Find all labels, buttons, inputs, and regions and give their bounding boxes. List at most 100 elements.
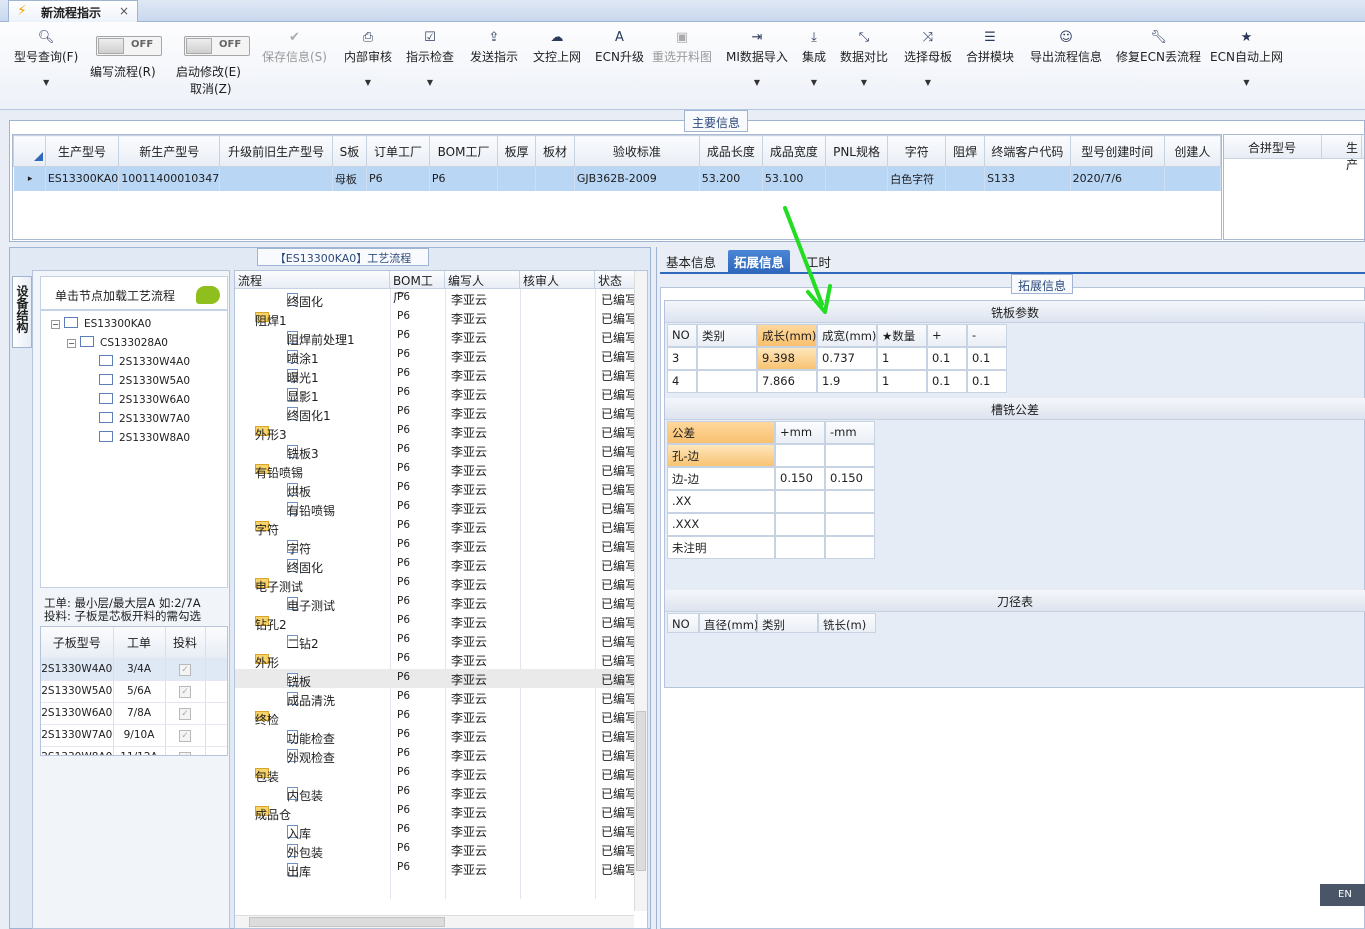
flow-header[interactable]: 流程 [235,271,390,289]
groove-cell[interactable]: 孔-边 [667,444,775,467]
row-cell[interactable]: 2020/7/6 [1070,166,1165,191]
tree-node-leaf[interactable]: 2S1330W5A0 [99,374,190,387]
cancel-label[interactable]: 取消(Z) [190,80,232,97]
save-button[interactable]: ✔ 保存信息(S) [262,30,327,65]
groove-cell[interactable]: 0.150 [775,467,825,490]
tree-node-leaf[interactable]: 2S1330W8A0 [99,431,190,444]
groove-cell[interactable] [825,444,875,467]
combine-module-button[interactable]: ☰ 合拼模块 [966,30,1014,65]
flow-row[interactable]: − 有铅喷锡P6李亚云已编写 [235,460,637,480]
tool-header[interactable]: 类别 [757,613,818,633]
row-cell[interactable]: GJB362B-2009 [574,166,700,191]
row-cell[interactable] [219,166,333,191]
data-compare-button[interactable]: ⤡ 数据对比 ▼ [840,30,888,87]
writer-header[interactable]: 编写人 [445,271,520,289]
groove-cell[interactable] [775,536,825,559]
instruction-check-button[interactable]: ☑ 指示检查 ▼ [406,30,454,87]
groove-cell[interactable] [775,490,825,513]
tool-header[interactable]: NO [667,613,699,633]
column-header[interactable]: S板 [331,135,367,167]
tool-header[interactable]: 直径(mm) [699,613,758,633]
column-header[interactable]: 终端客户代码 [984,135,1071,167]
checkbox[interactable]: ✓ [179,729,191,742]
column-header[interactable]: 成品长度 [698,135,763,167]
language-indicator[interactable]: EN [1320,884,1365,906]
row-cell[interactable] [497,166,537,191]
groove-cell[interactable]: 边-边 [667,467,775,490]
column-header[interactable]: 新生产型号 [118,135,221,167]
flow-row[interactable]: 显影1 P6 李亚云 已编写 [235,384,637,404]
table-row[interactable]: 2S1330W4A0 3/4A ✓ [41,658,227,681]
milling-cell[interactable] [697,370,757,393]
flow-row[interactable]: − 包装P6李亚云已编写 [235,764,637,784]
column-header[interactable]: 升级前旧生产型号 [219,135,333,167]
ecn-upgrade-button[interactable]: A ECN升级 [595,30,644,65]
column-header[interactable]: 创建人 [1163,135,1222,167]
row-cell[interactable]: 白色字符 [887,166,947,191]
device-structure-tab[interactable]: 设备结构 [12,276,32,348]
flow-row[interactable]: 铣板3 P6 李亚云 已编写 [235,441,637,461]
ecn-auto-upload-button[interactable]: ★ ECN自动上网 ▼ [1210,30,1283,87]
tab-basic-info[interactable]: 基本信息 [660,250,722,272]
groove-header[interactable]: -mm [825,421,875,444]
groove-cell[interactable] [825,513,875,536]
table-row[interactable]: 2S1330W6A0 7/8A ✓ [41,702,227,725]
table-row[interactable]: 2S1330W8A011/12A✓ [41,746,227,755]
column-header[interactable]: PNL规格 [824,135,889,167]
row-cell[interactable]: P6 [366,166,430,191]
flow-row[interactable]: − 字符P6李亚云已编写 [235,517,637,537]
checkbox[interactable]: ✓ [179,707,191,720]
groove-cell[interactable] [825,490,875,513]
row-cell[interactable]: 母板 [332,166,367,191]
milling-cell[interactable]: 3 [667,347,697,370]
column-header[interactable]: 阻焊 [945,135,986,167]
row-cell[interactable]: 53.200 [699,166,763,191]
column-header[interactable]: 成品宽度 [761,135,826,167]
tree-node-child[interactable]: − CS133028A0 [67,336,168,349]
table-row[interactable]: 2S1330W5A0 5/6A ✓ [41,680,227,703]
groove-header[interactable]: 公差 [667,421,775,444]
flow-row[interactable]: 喷涂1 P6 李亚云 已编写 [235,346,637,366]
checkbox[interactable]: ✓ [179,685,191,698]
flow-row[interactable]: 阻焊前处理1 P6 李亚云 已编写 [235,327,637,347]
grid-corner[interactable] [13,135,46,167]
milling-cell[interactable]: 0.1 [967,347,1007,370]
milling-cell[interactable]: 1 [877,370,927,393]
combine-model-header[interactable]: 合拼型号 [1224,135,1322,158]
row-cell[interactable] [945,166,986,191]
flow-row[interactable]: 铣板 P6 李亚云 已编写 [235,669,637,689]
groove-cell[interactable]: 未注明 [667,536,775,559]
row-cell[interactable] [825,166,889,191]
groove-cell[interactable]: .XXX [667,513,775,536]
document-tab[interactable]: ⚡ 新流程指示 × [8,0,138,22]
flow-row[interactable]: − 钻孔2P6李亚云已编写 [235,612,637,632]
flow-row[interactable]: 终固化 P6 李亚云 已编写 [235,289,637,309]
milling-header[interactable]: + [927,324,967,347]
flow-row[interactable]: 烘板 P6 李亚云 已编写 [235,479,637,499]
tree-node-leaf[interactable]: 2S1330W6A0 [99,393,190,406]
query-button[interactable]: 🔍︎ 型号查询(F) ▼ [14,30,78,87]
row-cell[interactable]: ES13300KA0 [45,166,120,191]
row-cell[interactable] [535,166,575,191]
flow-row[interactable]: 字符 P6 李亚云 已编写 [235,536,637,556]
milling-header[interactable]: NO [667,324,697,347]
row-indicator-icon[interactable]: ▸ [13,166,46,191]
flow-horizontal-scrollbar[interactable] [235,915,634,928]
milling-header[interactable]: 成宽(mm) [817,324,877,347]
milling-cell[interactable]: 9.398 [757,347,817,370]
groove-cell[interactable]: .XX [667,490,775,513]
select-mother-button[interactable]: ⤨ 选择母板 ▼ [904,30,952,87]
reviewer-header[interactable]: 核审人 [520,271,595,289]
groove-cell[interactable] [775,444,825,467]
column-header[interactable]: 型号创建时间 [1069,135,1165,167]
repair-ecn-button[interactable]: 🔧︎ 修复ECN丢流程 [1116,30,1201,65]
flow-vertical-scrollbar[interactable] [634,271,647,911]
milling-cell[interactable]: 1 [877,347,927,370]
flow-row[interactable]: 终固化 P6 李亚云 已编写 [235,555,637,575]
tree-node-leaf[interactable]: 2S1330W7A0 [99,412,190,425]
flow-row[interactable]: − 终检P6李亚云已编写 [235,707,637,727]
edit-flow-toggle[interactable]: OFF [96,36,162,56]
milling-cell[interactable]: 0.1 [927,370,967,393]
row-cell[interactable]: P6 [429,166,499,191]
milling-header[interactable]: - [967,324,1007,347]
